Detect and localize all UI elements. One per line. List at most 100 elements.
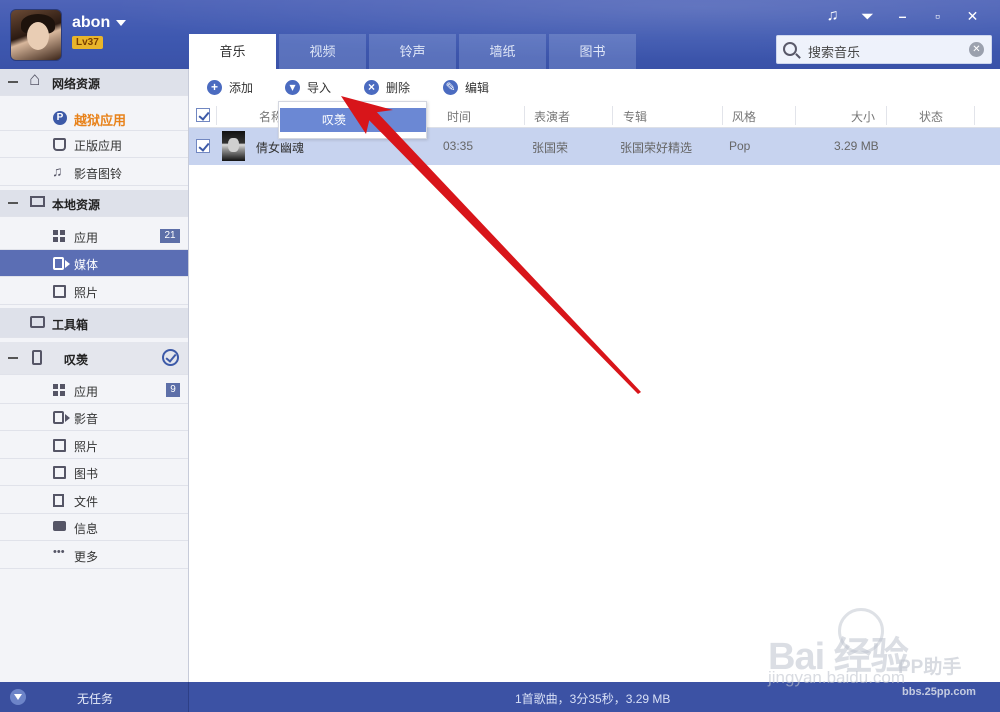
column-divider — [795, 106, 796, 125]
sidebar-item-device-photos[interactable]: 照片 — [0, 432, 188, 459]
video-camera-icon — [53, 257, 70, 270]
connected-check-icon — [162, 349, 179, 366]
tab-ringtone[interactable]: 铃声 — [369, 34, 456, 69]
menu-icon[interactable]: ⏷ — [850, 6, 885, 26]
column-divider — [216, 106, 217, 125]
maximize-icon[interactable]: ▫ — [920, 6, 955, 26]
home-icon — [29, 69, 45, 91]
tab-music[interactable]: 音乐 — [189, 34, 276, 69]
pp-icon: P — [53, 111, 67, 125]
toolbox-icon — [30, 316, 45, 328]
song-size: 3.29 MB — [834, 139, 879, 153]
album-art-thumbnail — [222, 131, 245, 161]
task-status: 无任务 — [77, 692, 114, 706]
add-button[interactable]: + 添加 — [207, 78, 253, 96]
row-checkbox[interactable] — [196, 139, 210, 153]
sidebar-item-label: 更多 — [74, 550, 99, 564]
sidebar-item-label: 照片 — [74, 286, 99, 300]
sidebar-item-device-apps[interactable]: 应用 9 — [0, 377, 188, 404]
library-summary: 1首歌曲，3分35秒，3.29 MB — [515, 692, 671, 706]
edit-button[interactable]: ✎ 编辑 — [443, 78, 489, 96]
column-divider — [612, 106, 613, 125]
collapse-icon[interactable] — [8, 357, 18, 359]
grid-icon — [53, 384, 66, 397]
download-icon — [10, 689, 26, 705]
message-icon — [53, 521, 66, 531]
clear-search-icon[interactable]: ✕ — [969, 42, 984, 57]
chevron-down-icon — [116, 19, 127, 26]
sidebar-item-local-media[interactable]: 媒体 — [0, 250, 188, 277]
title-bar: abon Lv37 ♫ ⏷ – ▫ ✕ 音乐 视频 铃声 墙纸 图书 搜索音乐 … — [0, 0, 1000, 69]
sidebar-item-label: 文件 — [74, 495, 99, 509]
username-dropdown[interactable]: abon — [72, 14, 127, 32]
tab-video[interactable]: 视频 — [279, 34, 366, 69]
sidebar-category-label: 网络资源 — [52, 77, 101, 91]
import-icon: ▾ — [285, 79, 300, 95]
sidebar-category-device[interactable]: 叹羡 — [0, 342, 188, 375]
sidebar-category-toolbox[interactable]: 工具箱 — [0, 308, 188, 338]
column-size[interactable]: 大小 — [851, 108, 875, 125]
sidebar-category-network[interactable]: 网络资源 — [0, 69, 188, 96]
sidebar-category-local[interactable]: 本地资源 — [0, 190, 188, 217]
import-label: 导入 — [307, 80, 332, 95]
window-controls: ♫ ⏷ – ▫ ✕ — [815, 6, 990, 26]
search-input[interactable]: 搜索音乐 ✕ — [776, 35, 992, 64]
music-note-icon — [52, 163, 66, 179]
sidebar-item-genuine-apps[interactable]: 正版应用 — [0, 131, 188, 158]
sidebar-item-label: 应用 — [74, 231, 99, 245]
music-note-icon[interactable]: ♫ — [815, 6, 850, 26]
sidebar-item-device-media[interactable]: 影音 — [0, 404, 188, 431]
sidebar-item-device-messages[interactable]: 信息 — [0, 514, 188, 541]
delete-button[interactable]: × 删除 — [364, 78, 410, 96]
column-divider — [722, 106, 723, 125]
sidebar-item-device-books[interactable]: 图书 — [0, 459, 188, 486]
more-icon — [53, 546, 66, 562]
photo-icon — [53, 285, 66, 298]
sidebar-item-local-apps[interactable]: 应用 21 — [0, 223, 188, 250]
tab-wallpaper[interactable]: 墙纸 — [459, 34, 546, 69]
sidebar-item-jailbreak-apps[interactable]: P 越狱应用 — [0, 104, 188, 131]
song-genre: Pop — [729, 139, 751, 153]
song-artist: 张国荣 — [532, 141, 569, 155]
sidebar-item-label: 影音图铃 — [74, 167, 123, 181]
monitor-icon — [30, 196, 45, 207]
tab-books[interactable]: 图书 — [549, 34, 636, 69]
import-to-device-item[interactable]: 叹羡 — [280, 108, 426, 132]
username: abon — [72, 14, 111, 31]
column-artist[interactable]: 表演者 — [534, 108, 570, 125]
task-area[interactable]: 无任务 — [0, 682, 189, 712]
minimize-icon[interactable]: – — [885, 6, 920, 26]
collapse-icon[interactable] — [8, 81, 18, 83]
search-placeholder: 搜索音乐 — [808, 45, 861, 60]
column-genre[interactable]: 风格 — [732, 108, 756, 125]
add-label: 添加 — [229, 80, 254, 95]
sidebar-item-device-files[interactable]: 文件 — [0, 487, 188, 514]
photo-icon — [53, 439, 66, 452]
sidebar-item-label: 照片 — [74, 440, 99, 454]
pencil-icon: ✎ — [443, 79, 458, 95]
column-album[interactable]: 专辑 — [623, 108, 647, 125]
collapse-icon[interactable] — [8, 202, 18, 204]
user-avatar[interactable] — [10, 9, 62, 61]
select-all-checkbox[interactable] — [196, 108, 210, 122]
import-dropdown-menu: 叹羡 — [278, 101, 427, 139]
sidebar-item-label: 正版应用 — [74, 139, 123, 153]
delete-icon: × — [364, 79, 379, 95]
sidebar-item-label: 越狱应用 — [74, 113, 127, 128]
sidebar-item-local-photos[interactable]: 照片 — [0, 278, 188, 305]
sidebar-item-label: 应用 — [74, 385, 99, 399]
import-button[interactable]: ▾ 导入 — [285, 78, 331, 96]
sidebar-item-media-ringtones[interactable]: 影音图铃 — [0, 159, 188, 186]
close-icon[interactable]: ✕ — [955, 6, 990, 26]
song-album: 张国荣好精选 — [620, 141, 693, 155]
search-icon — [783, 42, 797, 56]
count-badge: 21 — [160, 229, 180, 243]
book-icon — [53, 466, 66, 479]
sidebar-item-label: 图书 — [74, 467, 99, 481]
column-time[interactable]: 时间 — [447, 108, 471, 125]
sidebar-item-label: 信息 — [74, 522, 99, 536]
column-status[interactable]: 状态 — [919, 108, 943, 125]
sidebar-item-device-more[interactable]: 更多 — [0, 542, 188, 569]
media-tabs: 音乐 视频 铃声 墙纸 图书 — [189, 34, 639, 69]
sidebar-item-label: 媒体 — [74, 258, 99, 272]
